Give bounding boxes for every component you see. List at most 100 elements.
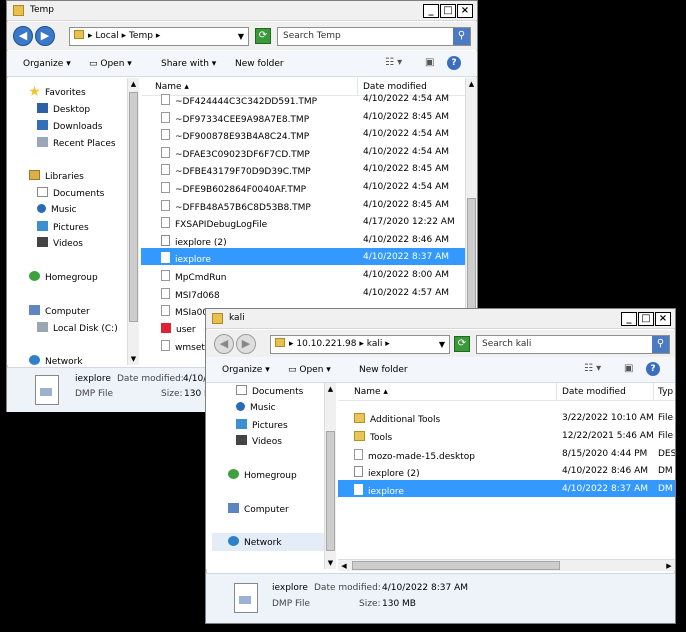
close-button[interactable]: × [457, 4, 473, 18]
nav-computer[interactable]: Computer [228, 503, 289, 515]
minimize-button[interactable]: _ [621, 312, 637, 326]
file-row[interactable]: mozo-made-15.desktop 8/15/2020 4:44 PM DES [338, 445, 675, 462]
scroll-thumb[interactable] [467, 198, 476, 318]
maximize-button[interactable]: □ [638, 312, 654, 326]
close-button[interactable]: × [655, 312, 671, 326]
scroll-thumb[interactable] [129, 92, 138, 322]
file-row[interactable]: ~DF424444C3C342DD591.TMP 4/10/2022 4:54 A… [141, 90, 465, 107]
file-row[interactable]: MSI7d068 4/10/2022 4:57 AM [141, 284, 465, 301]
file-row[interactable]: ~DFBE43179F70D9D39C.TMP 4/10/2022 8:45 AM [141, 160, 465, 177]
file-row[interactable]: Tools 12/22/2021 5:46 AM File [338, 427, 675, 444]
column-name[interactable]: Name ▴ [354, 387, 388, 397]
file-row[interactable]: Additional Tools 3/22/2022 10:10 AM File [338, 409, 675, 426]
file-name-cell: mozo-made-15.desktop [354, 448, 475, 462]
scroll-thumb[interactable] [352, 561, 560, 570]
nav-pictures[interactable]: Pictures [236, 419, 288, 431]
forward-button[interactable]: ▶ [236, 334, 256, 354]
minimize-button[interactable]: _ [423, 4, 439, 18]
column-date-modified[interactable]: Date modified [562, 387, 626, 397]
help-icon[interactable]: ? [646, 362, 660, 376]
chevron-down-icon[interactable]: ▼ [238, 28, 244, 45]
organize-menu[interactable]: Organize ▾ [222, 365, 270, 375]
file-row[interactable]: ~DFFB48A57B6C8D53B8.TMP 4/10/2022 8:45 AM [141, 196, 465, 213]
nav-local-disk[interactable]: Local Disk (C:) [37, 322, 118, 334]
nav-recent-places[interactable]: Recent Places [37, 137, 116, 149]
refresh-button[interactable]: ⟳ [454, 336, 470, 352]
file-row[interactable]: MpCmdRun 4/10/2022 8:00 AM [141, 266, 465, 283]
nav-videos[interactable]: Videos [37, 237, 83, 249]
file-row[interactable]: ~DFAE3C09023DF6F7CD.TMP 4/10/2022 4:54 AM [141, 143, 465, 160]
nav-computer[interactable]: Computer [29, 305, 90, 317]
nav-libraries[interactable]: Libraries [29, 170, 84, 182]
nav-videos[interactable]: Videos [236, 435, 282, 447]
share-with-menu[interactable]: Share with ▾ [161, 59, 216, 69]
open-button[interactable]: ▭ Open ▾ [89, 59, 132, 69]
breadcrumb-temp[interactable]: Temp [129, 31, 153, 41]
file-row[interactable]: FXSAPIDebugLogFile 4/17/2020 12:22 AM [141, 213, 465, 230]
nav-pictures[interactable]: Pictures [37, 221, 89, 233]
nav-network[interactable]: Network [29, 355, 83, 365]
column-type[interactable]: Typ [658, 387, 673, 397]
column-separator[interactable] [653, 383, 654, 401]
scroll-right-arrow[interactable]: ▶ [663, 560, 675, 572]
help-icon[interactable]: ? [447, 56, 461, 70]
chevron-down-icon[interactable]: ▼ [439, 336, 445, 353]
kali-titlebar[interactable]: kali _ □ × [206, 309, 675, 329]
file-row[interactable]: iexplore (2) 4/10/2022 8:46 AM DM [338, 462, 675, 479]
view-options-icon[interactable]: ☷ ▾ [385, 57, 402, 68]
search-icon[interactable]: ⚲ [652, 336, 669, 353]
nav-documents[interactable]: Documents [37, 187, 104, 199]
refresh-button[interactable]: ⟳ [255, 28, 271, 44]
organize-menu[interactable]: Organize ▾ [23, 59, 71, 69]
nav-scrollbar[interactable]: ▲ ▼ [324, 383, 336, 569]
nav-music[interactable]: Music [37, 204, 77, 215]
nav-homegroup[interactable]: Homegroup [29, 271, 98, 283]
new-folder-button[interactable]: New folder [235, 59, 284, 69]
column-separator[interactable] [556, 383, 557, 401]
open-button[interactable]: ▭ Open ▾ [288, 365, 331, 375]
nav-homegroup[interactable]: Homegroup [228, 469, 297, 481]
address-bar[interactable]: ▸ Local ▸ Temp ▸ ▼ [69, 27, 249, 46]
nav-music[interactable]: Music [236, 402, 276, 413]
scroll-down-arrow[interactable]: ▼ [128, 353, 139, 365]
file-row[interactable]: iexplore (2) 4/10/2022 8:46 AM [141, 231, 465, 248]
file-row[interactable]: iexplore 4/10/2022 8:37 AM DM [338, 480, 675, 498]
file-row[interactable]: ~DF900878E93B4A8C24.TMP 4/10/2022 4:54 AM [141, 125, 465, 142]
breadcrumb-local[interactable]: Local [95, 31, 118, 41]
scroll-thumb[interactable] [326, 431, 335, 551]
maximize-button[interactable]: □ [440, 4, 456, 18]
network-icon [29, 355, 40, 365]
search-icon[interactable]: ⚲ [453, 28, 470, 45]
back-button[interactable]: ◀ [13, 26, 33, 46]
temp-titlebar[interactable]: Temp _ □ × [7, 1, 477, 21]
search-input[interactable]: Search kali ⚲ [476, 335, 670, 354]
scroll-up-arrow[interactable]: ▲ [466, 78, 477, 90]
search-input[interactable]: Search Temp ⚲ [277, 27, 471, 46]
breadcrumb-host[interactable]: 10.10.221.98 [296, 339, 356, 349]
scroll-down-arrow[interactable]: ▼ [325, 557, 336, 569]
nav-documents[interactable]: Documents [236, 385, 303, 397]
new-folder-button[interactable]: New folder [359, 365, 408, 375]
scroll-up-arrow[interactable]: ▲ [128, 78, 139, 90]
breadcrumb-kali[interactable]: kali [367, 339, 383, 349]
view-options-icon[interactable]: ☷ ▾ [584, 363, 601, 374]
forward-button[interactable]: ▶ [35, 26, 55, 46]
nav-scrollbar[interactable]: ▲ ▼ [127, 78, 139, 365]
preview-pane-icon[interactable]: ▣ [624, 363, 633, 374]
file-row[interactable]: ~DFE9B602864F0040AF.TMP 4/10/2022 4:54 AM [141, 178, 465, 195]
back-button[interactable]: ◀ [214, 334, 234, 354]
file-icon [161, 94, 170, 105]
kali-window[interactable]: kali _ □ × ◀ ▶ ▸ 10.10.221.98 ▸ kali ▸ ▼… [205, 308, 676, 624]
file-row[interactable]: iexplore 4/10/2022 8:37 AM [141, 248, 465, 266]
horizontal-scrollbar[interactable]: ◀ ▶ [338, 559, 675, 571]
scroll-up-arrow[interactable]: ▲ [325, 383, 336, 395]
nav-desktop[interactable]: Desktop [37, 103, 90, 115]
address-bar[interactable]: ▸ 10.10.221.98 ▸ kali ▸ ▼ [270, 335, 450, 354]
preview-pane-icon[interactable]: ▣ [425, 57, 434, 68]
file-row[interactable]: ~DF97334CEE9A98A7E8.TMP 4/10/2022 8:45 AM [141, 108, 465, 125]
nav-downloads[interactable]: Downloads [37, 120, 102, 132]
scroll-left-arrow[interactable]: ◀ [338, 560, 350, 572]
nav-favorites[interactable]: Favorites [29, 86, 86, 98]
nav-network[interactable]: Network [212, 533, 324, 551]
file-date-cell: 4/10/2022 8:45 AM [363, 111, 450, 122]
